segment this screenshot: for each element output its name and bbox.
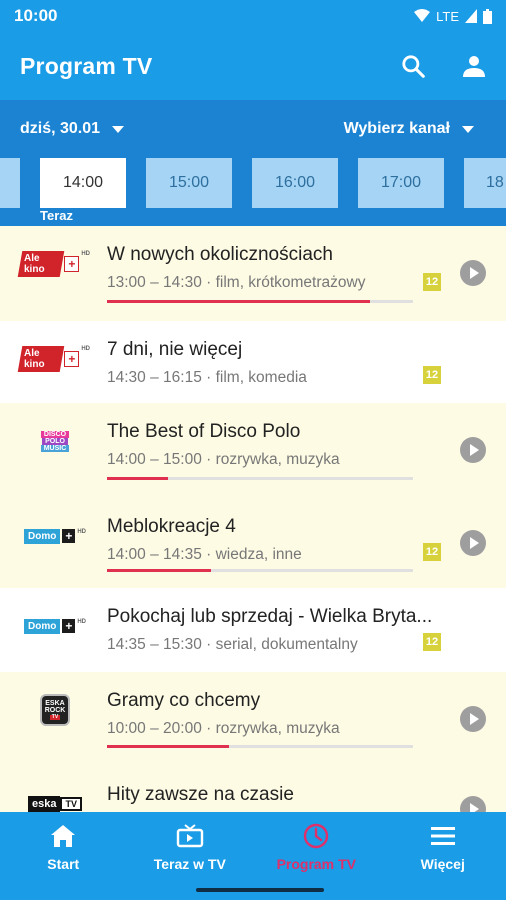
age-rating-badge: 12: [423, 543, 441, 561]
nav-program-tv[interactable]: Program TV: [253, 812, 380, 900]
list-item[interactable]: DISCO POLO MUSIC The Best of Disco Polo 14…: [0, 403, 506, 498]
nav-label: Start: [47, 856, 80, 872]
channel-logo: ESKA ROCK TV: [20, 694, 90, 726]
list-item[interactable]: Ale kino + HD W nowych okolicznościach 13:…: [0, 226, 506, 321]
program-title: The Best of Disco Polo: [107, 421, 301, 442]
channel-label: Wybierz kanał: [343, 120, 450, 137]
clock-icon: [303, 822, 329, 850]
nav-start[interactable]: Start: [0, 812, 127, 900]
nav-label: Więcej: [420, 856, 465, 872]
filter-bar: dziś, 30.01 Wybierz kanał 14:00 15:00 16…: [0, 100, 506, 226]
tv-icon: [176, 822, 204, 850]
nav-label: Program TV: [276, 856, 356, 872]
chevron-down-icon: [112, 125, 125, 133]
program-title: Meblokreacje 4: [107, 516, 236, 537]
age-rating-badge: 12: [423, 366, 441, 384]
progress-bar: [107, 477, 413, 480]
channel-logo: Domo + HD: [20, 520, 90, 552]
channel-logo: Domo + HD: [20, 610, 90, 642]
status-time: 10:00: [14, 6, 58, 25]
channel-logo: Ale kino + HD: [17, 343, 90, 375]
date-selector[interactable]: dziś, 30.01: [20, 120, 125, 138]
list-item[interactable]: Ale kino + HD 7 dni, nie więcej 14:30 – 16…: [0, 321, 506, 403]
nav-now-on-tv[interactable]: Teraz w TV: [127, 812, 254, 900]
list-item[interactable]: eska TV Hity zawsze na czasie: [0, 766, 506, 812]
program-list: Ale kino + HD W nowych okolicznościach 13:…: [0, 226, 506, 812]
now-label: Teraz: [40, 208, 73, 223]
channel-logo: Ale kino + HD: [17, 248, 90, 280]
time-slot[interactable]: 16:00: [252, 158, 338, 208]
home-indicator[interactable]: [196, 888, 324, 892]
play-icon[interactable]: [460, 706, 486, 732]
nav-label: Teraz w TV: [153, 856, 226, 872]
progress-bar: [107, 569, 413, 572]
nav-more[interactable]: Więcej: [380, 812, 506, 900]
app-actions: [400, 53, 486, 79]
program-meta: 14:35 – 15:30 · serial, dokumentalny: [107, 636, 358, 653]
program-title: Gramy co chcemy: [107, 690, 261, 711]
page-title: Program TV: [20, 52, 153, 79]
home-icon: [51, 822, 76, 850]
time-slot[interactable]: 18: [464, 158, 506, 208]
time-slot[interactable]: 17:00: [358, 158, 444, 208]
person-icon[interactable]: [462, 54, 486, 78]
status-icons: LTE: [414, 8, 492, 24]
program-title: Pokochaj lub sprzedaj - Wielka Bryta...: [107, 606, 433, 627]
play-icon[interactable]: [460, 796, 486, 812]
time-slot[interactable]: 15:00: [146, 158, 232, 208]
program-title: W nowych okolicznościach: [107, 244, 333, 265]
channel-logo: eska TV: [20, 788, 90, 812]
list-item[interactable]: Domo + HD Pokochaj lub sprzedaj - Wielka B…: [0, 588, 506, 672]
app-bar: Program TV: [0, 32, 506, 100]
progress-bar: [107, 300, 413, 303]
age-rating-badge: 12: [423, 633, 441, 651]
program-meta: 14:30 – 16:15 · film, komedia: [107, 369, 307, 386]
time-slot[interactable]: [0, 158, 20, 208]
date-label: dziś, 30.01: [20, 120, 101, 137]
status-bar: 10:00 LTE: [0, 0, 506, 32]
battery-icon: [483, 8, 492, 24]
program-title: 7 dni, nie więcej: [107, 339, 243, 360]
program-title: Hity zawsze na czasie: [107, 784, 294, 805]
filter-row: dziś, 30.01 Wybierz kanał: [0, 100, 506, 158]
bottom-nav: Start Teraz w TV Program TV Więcej: [0, 812, 506, 900]
chevron-down-icon: [462, 125, 474, 133]
play-icon[interactable]: [460, 260, 486, 286]
time-strip[interactable]: 14:00 15:00 16:00 17:00 18: [0, 158, 506, 208]
time-slot-active[interactable]: 14:00: [40, 158, 126, 208]
progress-fill: [107, 300, 371, 303]
menu-icon: [430, 822, 455, 850]
age-rating-badge: 12: [423, 273, 441, 291]
channel-selector[interactable]: Wybierz kanał: [344, 120, 486, 138]
play-icon[interactable]: [460, 437, 486, 463]
progress-fill: [107, 477, 169, 480]
program-meta: 14:00 – 14:35 · wiedza, inne: [107, 546, 302, 563]
program-meta: 10:00 – 20:00 · rozrywka, muzyka: [107, 720, 340, 737]
progress-fill: [107, 569, 212, 572]
play-icon[interactable]: [460, 530, 486, 556]
progress-fill: [107, 745, 230, 748]
program-meta: 13:00 – 14:30 · film, krótkometrażowy: [107, 274, 366, 291]
progress-bar: [107, 745, 413, 748]
program-meta: 14:00 – 15:00 · rozrywka, muzyka: [107, 451, 340, 468]
channel-logo: DISCO POLO MUSIC: [20, 425, 90, 457]
wifi-icon: [414, 9, 431, 22]
search-icon[interactable]: [400, 53, 426, 79]
network-label: LTE: [436, 8, 459, 24]
signal-icon: [465, 9, 477, 23]
list-item[interactable]: ESKA ROCK TV Gramy co chcemy 10:00 – 20:00…: [0, 672, 506, 766]
list-item[interactable]: Domo + HD Meblokreacje 4 14:00 – 14:35 · w…: [0, 498, 506, 588]
